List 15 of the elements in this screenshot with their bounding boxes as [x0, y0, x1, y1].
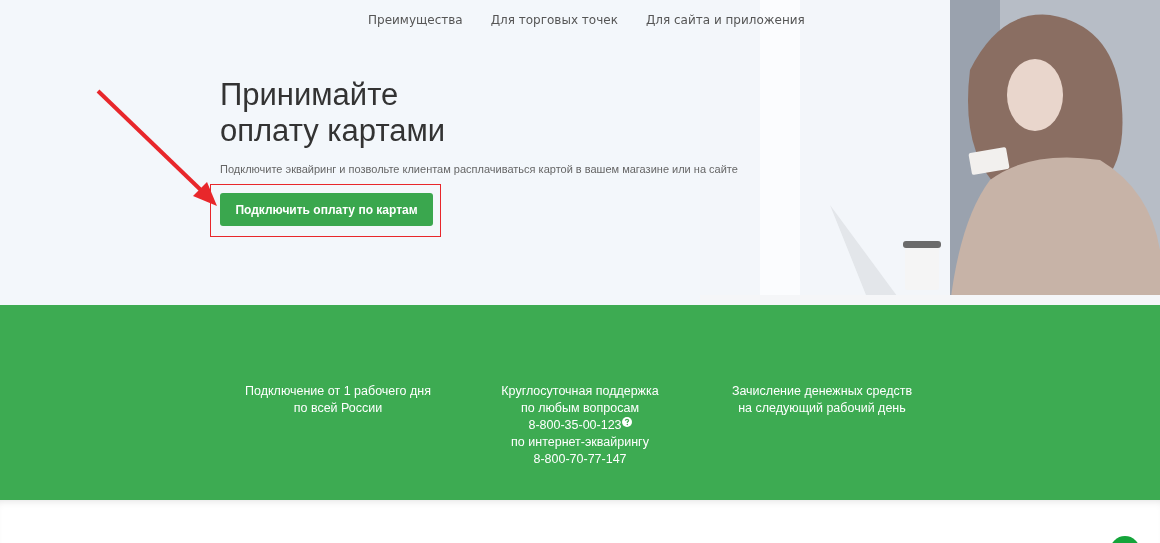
phone-number: 8-800-35-00-123	[528, 417, 622, 434]
hero-title: Принимайте оплату картами	[220, 77, 447, 149]
nav-link[interactable]: Для торговых точек	[490, 13, 618, 27]
feature-text: по всей России	[293, 400, 383, 417]
feature-text: Подключение от 1 рабочего дня	[245, 383, 431, 400]
feature-text: Круглосуточная поддержка	[501, 383, 659, 400]
phone-number: 8-800-70-77-147	[533, 451, 627, 468]
nav-link[interactable]: Преимущества	[368, 13, 463, 27]
feature-text: на следующий рабочий день	[738, 400, 906, 417]
feature-text: по любым вопросам	[521, 400, 639, 417]
feature-text: Зачисление денежных средств	[731, 383, 913, 400]
help-icon[interactable]	[621, 417, 632, 427]
feature-text: по интернет-эквайрингу	[511, 434, 649, 451]
nav-link[interactable]: Для сайта и приложения	[645, 13, 805, 27]
hero-subtitle: Подключите эквайринг и позвольте клиентам расплачиваться картой в вашем магазине или на сайте	[220, 163, 739, 175]
